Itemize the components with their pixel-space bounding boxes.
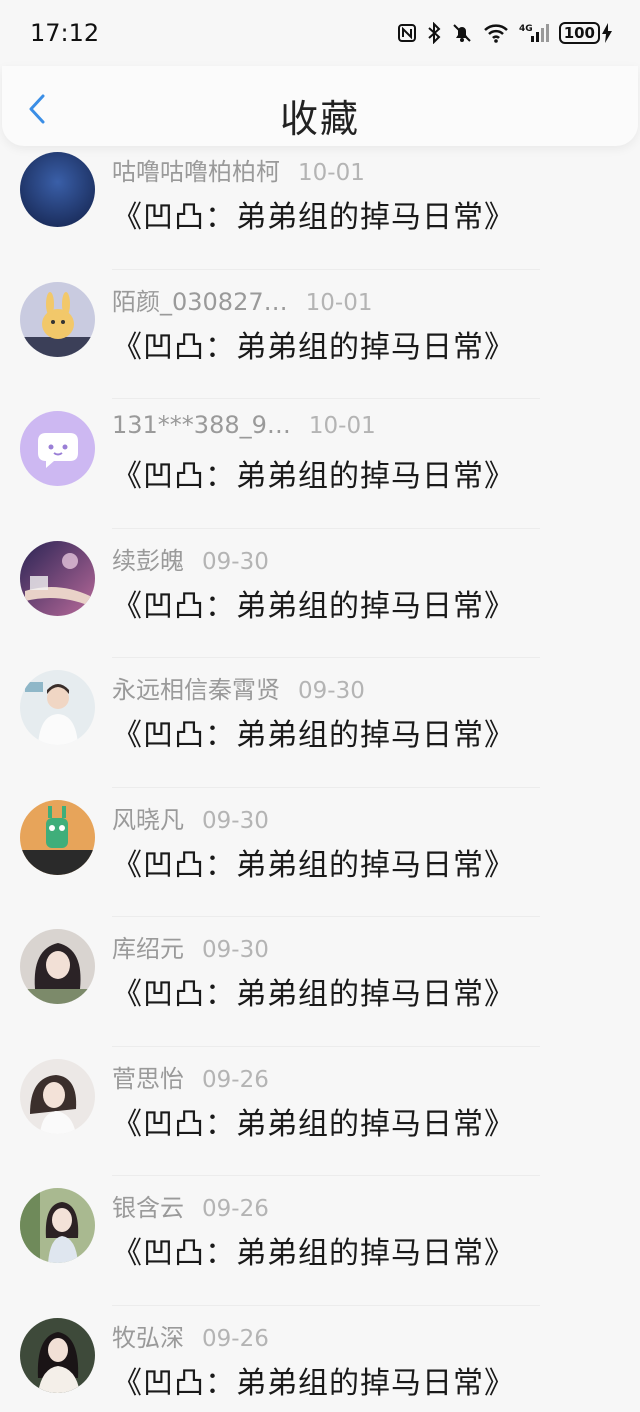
item-date: 10-01: [298, 160, 365, 186]
user-name[interactable]: 风晓凡: [112, 800, 184, 835]
battery-level: 100: [558, 22, 600, 44]
girl-green-avatar[interactable]: [20, 1188, 95, 1263]
user-name[interactable]: 菅思怡: [112, 1059, 184, 1094]
item-meta: 牧弘深 09-26: [112, 1318, 269, 1353]
item-title[interactable]: 《凹凸：弟弟组的掉马日常》: [112, 710, 515, 754]
user-name[interactable]: 牧弘深: [112, 1318, 184, 1353]
item-title[interactable]: 《凹凸：弟弟组的掉马日常》: [112, 1099, 515, 1143]
item-meta: 银含云 09-26: [112, 1188, 269, 1223]
svg-text:4G: 4G: [519, 24, 533, 34]
girl-dark-avatar[interactable]: [20, 1317, 95, 1393]
item-date: 10-01: [305, 289, 373, 316]
item-date: 09-26: [202, 1325, 269, 1352]
user-name[interactable]: 库绍元: [112, 929, 184, 964]
status-icons: 4G 100: [397, 22, 612, 44]
list-item[interactable]: 131***388_9… 10-01 《凹凸：弟弟组的掉马日常》: [0, 399, 640, 529]
item-date: 09-30: [202, 807, 269, 834]
item-meta: 库绍元 09-30: [112, 929, 269, 964]
header: 收藏: [2, 66, 638, 146]
wifi-icon: [483, 24, 508, 43]
status-time: 17:12: [30, 19, 100, 47]
item-meta: 永远相信秦霄贤 09-30: [112, 670, 365, 705]
item-meta: 续彭魄 09-30: [112, 541, 269, 576]
item-title[interactable]: 《凹凸：弟弟组的掉马日常》: [112, 1358, 515, 1402]
girl-light-avatar[interactable]: [20, 1058, 95, 1134]
bluetooth-icon: [428, 22, 441, 44]
charging-icon: [602, 23, 612, 43]
dark-blue-avatar[interactable]: [20, 152, 95, 227]
item-meta: 131***388_9… 10-01: [112, 411, 376, 439]
item-title[interactable]: 《凹凸：弟弟组的掉马日常》: [112, 451, 515, 495]
item-meta: 咕噜咕噜柏柏柯 10-01: [112, 152, 365, 187]
page-title: 收藏: [279, 97, 360, 141]
signal-4g-icon: 4G: [519, 24, 549, 42]
status-bar: 17:12 4G 100: [0, 0, 640, 66]
list-item[interactable]: 咕噜咕噜柏柏柯 10-01 《凹凸：弟弟组的掉马日常》: [0, 140, 640, 270]
item-date: 09-26: [202, 1196, 269, 1222]
item-title[interactable]: 《凹凸：弟弟组的掉马日常》: [112, 1228, 515, 1272]
list-item[interactable]: 牧弘深 09-26 《凹凸：弟弟组的掉马日常》: [0, 1306, 640, 1412]
item-title[interactable]: 《凹凸：弟弟组的掉马日常》: [112, 192, 515, 236]
item-date: 09-26: [202, 1066, 269, 1093]
mute-bell-icon: [452, 24, 471, 42]
bunny-avatar[interactable]: [20, 281, 95, 357]
item-title[interactable]: 《凹凸：弟弟组的掉马日常》: [112, 581, 515, 625]
list-item[interactable]: 续彭魄 09-30 《凹凸：弟弟组的掉马日常》: [0, 529, 640, 659]
item-meta: 风晓凡 09-30: [112, 800, 269, 835]
cartoon-avatar[interactable]: [20, 799, 95, 875]
item-meta: 菅思怡 09-26: [112, 1059, 269, 1094]
item-title[interactable]: 《凹凸：弟弟组的掉马日常》: [112, 840, 515, 884]
item-date: 09-30: [202, 548, 269, 575]
item-date: 09-30: [202, 937, 269, 963]
list-item[interactable]: 菅思怡 09-26 《凹凸：弟弟组的掉马日常》: [0, 1047, 640, 1177]
book-avatar[interactable]: [20, 540, 95, 616]
list-item[interactable]: 风晓凡 09-30 《凹凸：弟弟组的掉马日常》: [0, 788, 640, 918]
list-item[interactable]: 库绍元 09-30 《凹凸：弟弟组的掉马日常》: [0, 917, 640, 1047]
item-date: 10-01: [308, 413, 376, 439]
list-item[interactable]: 银含云 09-26 《凹凸：弟弟组的掉马日常》: [0, 1176, 640, 1306]
nfc-icon: [397, 24, 416, 42]
user-name[interactable]: 续彭魄: [112, 541, 184, 576]
item-title[interactable]: 《凹凸：弟弟组的掉马日常》: [112, 969, 515, 1013]
user-name[interactable]: 咕噜咕噜柏柏柯: [112, 152, 280, 187]
list-item[interactable]: 陌颜_030827… 10-01 《凹凸：弟弟组的掉马日常》: [0, 270, 640, 400]
battery-indicator: 100: [558, 22, 612, 44]
girl-avatar[interactable]: [20, 929, 95, 1004]
list-item[interactable]: 永远相信秦霄贤 09-30 《凹凸：弟弟组的掉马日常》: [0, 658, 640, 788]
person-avatar[interactable]: [20, 670, 95, 745]
user-name[interactable]: 银含云: [112, 1188, 184, 1223]
item-date: 09-30: [298, 678, 365, 704]
user-name[interactable]: 永远相信秦霄贤: [112, 670, 280, 705]
item-title[interactable]: 《凹凸：弟弟组的掉马日常》: [112, 322, 515, 366]
item-meta: 陌颜_030827… 10-01: [112, 282, 372, 317]
user-name[interactable]: 131***388_9…: [112, 411, 291, 439]
favorites-list: 咕噜咕噜柏柏柯 10-01 《凹凸：弟弟组的掉马日常》 陌颜_030827… 1…: [0, 140, 640, 1412]
user-name[interactable]: 陌颜_030827…: [112, 282, 288, 317]
chat-bubble-avatar[interactable]: [20, 411, 95, 486]
